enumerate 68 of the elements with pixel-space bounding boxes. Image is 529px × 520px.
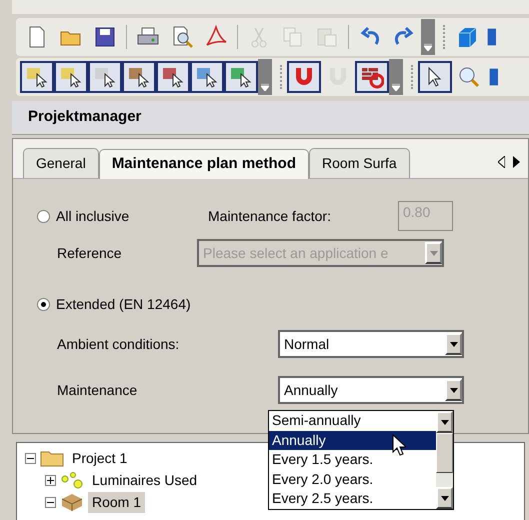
dropdown-arrow-button[interactable] [445, 379, 462, 401]
overflow-button[interactable] [421, 19, 435, 55]
overflow-icon [261, 84, 269, 91]
luminaires-icon [60, 471, 84, 489]
tab[interactable]: Room Surfa [309, 148, 410, 178]
scroll-right-icon[interactable] [513, 156, 520, 168]
dropdown-option[interactable]: Semi-annually [269, 411, 436, 431]
scroll-left-icon[interactable] [498, 156, 505, 168]
panel-title: Projektmanager [28, 107, 142, 128]
box-icon [60, 493, 84, 511]
scroll-down-button[interactable] [436, 487, 453, 509]
overflow-icon [392, 84, 400, 91]
caret-icon [450, 342, 458, 346]
toolbar-button[interactable] [190, 61, 224, 93]
ambient-conditions-dropdown[interactable]: Normal [278, 330, 464, 358]
toolbar-button[interactable] [355, 61, 389, 93]
dropdown-arrow-button[interactable] [445, 333, 462, 355]
select-tool-icon [161, 65, 185, 89]
field-label: Maintenance factor: [208, 206, 332, 226]
select-tool-icon [195, 65, 219, 89]
toolbar-button[interactable] [54, 61, 88, 93]
tree-item[interactable]: Luminaires Used [88, 470, 202, 490]
brick-magnet-icon [360, 65, 384, 89]
tab[interactable]: General [23, 148, 99, 178]
toolbar-button[interactable] [156, 61, 190, 93]
mouse-cursor-icon [392, 434, 406, 456]
overflow-icon [424, 44, 432, 51]
dropdown-option[interactable]: Every 2.0 years. [269, 470, 436, 490]
overflow-button[interactable] [389, 59, 403, 95]
expander-toggle[interactable] [45, 474, 56, 486]
field-label: Ambient conditions: [57, 334, 180, 354]
tree-item[interactable]: Room 1 [88, 492, 146, 512]
caret-icon [440, 420, 448, 424]
select-tool-icon [59, 65, 83, 89]
plus-icon [47, 476, 54, 484]
field-label: Maintenance [57, 380, 138, 400]
radio-button[interactable] [37, 298, 50, 310]
overflow-button[interactable] [258, 59, 272, 95]
scrollbar[interactable] [436, 411, 453, 509]
search-icon [457, 65, 481, 89]
dropdown-option[interactable]: Every 1.5 years. [269, 450, 436, 470]
dropdown-value: Please select an application e [203, 244, 390, 263]
toolbar-button[interactable] [20, 61, 54, 93]
toolbar-button[interactable] [418, 61, 452, 93]
folder-icon [40, 449, 64, 467]
caret-icon [450, 388, 458, 392]
toolbar-button[interactable] [122, 61, 156, 93]
dropdown-option[interactable]: Every 2.5 years. [269, 489, 436, 509]
field-label: Reference [57, 244, 123, 262]
expander-toggle[interactable] [45, 496, 56, 508]
toolbar-button[interactable] [224, 61, 258, 93]
select-tool-icon [93, 65, 117, 89]
toolbar-button[interactable] [287, 61, 321, 93]
expander-toggle[interactable] [25, 452, 36, 464]
radio-label: All inclusive [56, 206, 130, 226]
caret-icon [440, 496, 448, 500]
tab[interactable]: Maintenance plan method [98, 149, 310, 179]
toolbar-button[interactable] [88, 61, 122, 93]
select-tool-icon [25, 65, 49, 89]
select-tool-icon [127, 65, 151, 89]
tree-item[interactable]: Project 1 [68, 448, 132, 468]
scroll-up-button[interactable] [436, 411, 453, 433]
dropdown-option[interactable]: Annually [269, 430, 436, 450]
radio-label: Extended (EN 12464) [56, 294, 191, 314]
maintenance-dropdown[interactable]: Annually [278, 376, 464, 404]
radio-button[interactable] [37, 210, 50, 222]
caret-icon [430, 250, 438, 256]
select-tool-icon [229, 65, 253, 89]
